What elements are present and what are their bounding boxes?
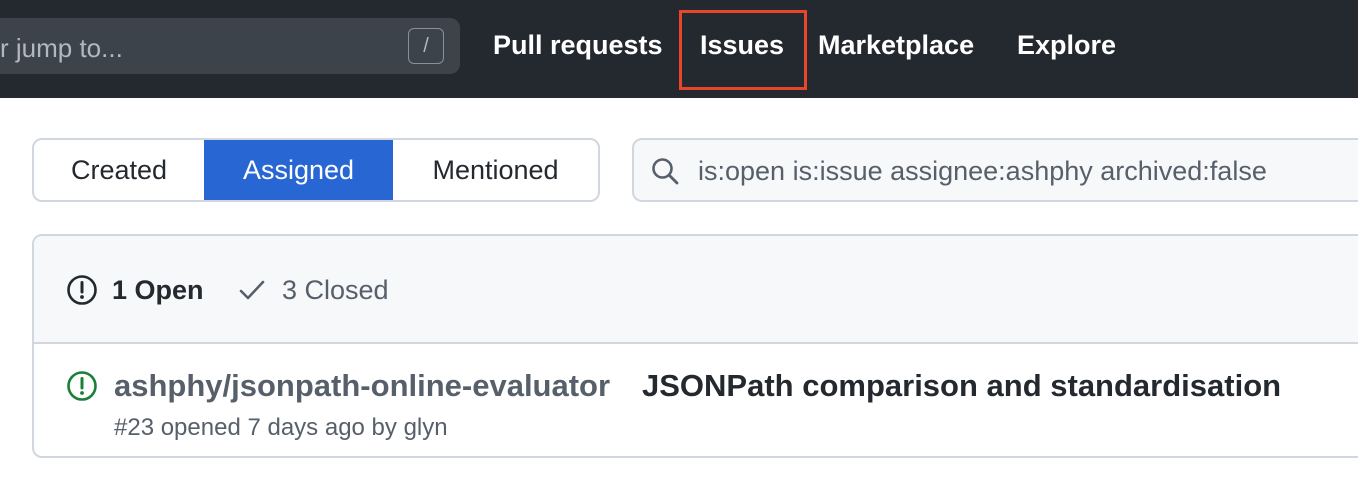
issues-filter-tabs: Created Assigned Mentioned — [32, 138, 600, 202]
issues-highlight-box — [679, 10, 807, 90]
nav-explore[interactable]: Explore — [1017, 30, 1116, 61]
tab-created[interactable]: Created — [34, 140, 204, 200]
search-icon — [652, 158, 679, 185]
search-or-jump-input[interactable]: r jump to... / — [0, 18, 460, 74]
top-header: r jump to... / Pull requests Issues Mark… — [0, 0, 1358, 98]
issues-list-header: 1 Open 3 Closed — [34, 236, 1358, 344]
issue-row: ashphy/jsonpath-online-evaluator JSONPat… — [34, 344, 1358, 456]
issues-search-input[interactable]: is:open is:issue assignee:ashphy archive… — [632, 138, 1358, 202]
nav-pull-requests[interactable]: Pull requests — [493, 30, 663, 61]
issue-meta-text: #23 opened 7 days ago by — [114, 414, 404, 441]
closed-issues-filter[interactable]: 3 Closed — [236, 274, 389, 306]
nav-marketplace[interactable]: Marketplace — [818, 30, 974, 61]
issue-title-link[interactable]: JSONPath comparison and standardisation — [642, 368, 1281, 404]
check-icon — [239, 280, 265, 300]
slash-shortcut-key: / — [408, 28, 444, 64]
issue-repo-link[interactable]: ashphy/jsonpath-online-evaluator — [114, 368, 610, 404]
closed-count-label: 3 Closed — [282, 274, 389, 305]
open-issues-filter[interactable]: 1 Open — [66, 274, 204, 306]
issue-open-icon — [67, 275, 97, 305]
issues-list-box: 1 Open 3 Closed ashphy/jsonpath-online-e… — [32, 234, 1358, 458]
issue-meta: #23 opened 7 days ago by glyn — [114, 414, 448, 442]
issue-open-status-icon — [67, 371, 97, 401]
tab-mentioned[interactable]: Mentioned — [393, 140, 598, 200]
issue-author-link[interactable]: glyn — [404, 414, 448, 441]
search-query-value: is:open is:issue assignee:ashphy archive… — [698, 156, 1267, 186]
search-placeholder: r jump to... — [0, 33, 123, 63]
tab-assigned[interactable]: Assigned — [204, 140, 393, 200]
open-count-label: 1 Open — [112, 274, 204, 305]
